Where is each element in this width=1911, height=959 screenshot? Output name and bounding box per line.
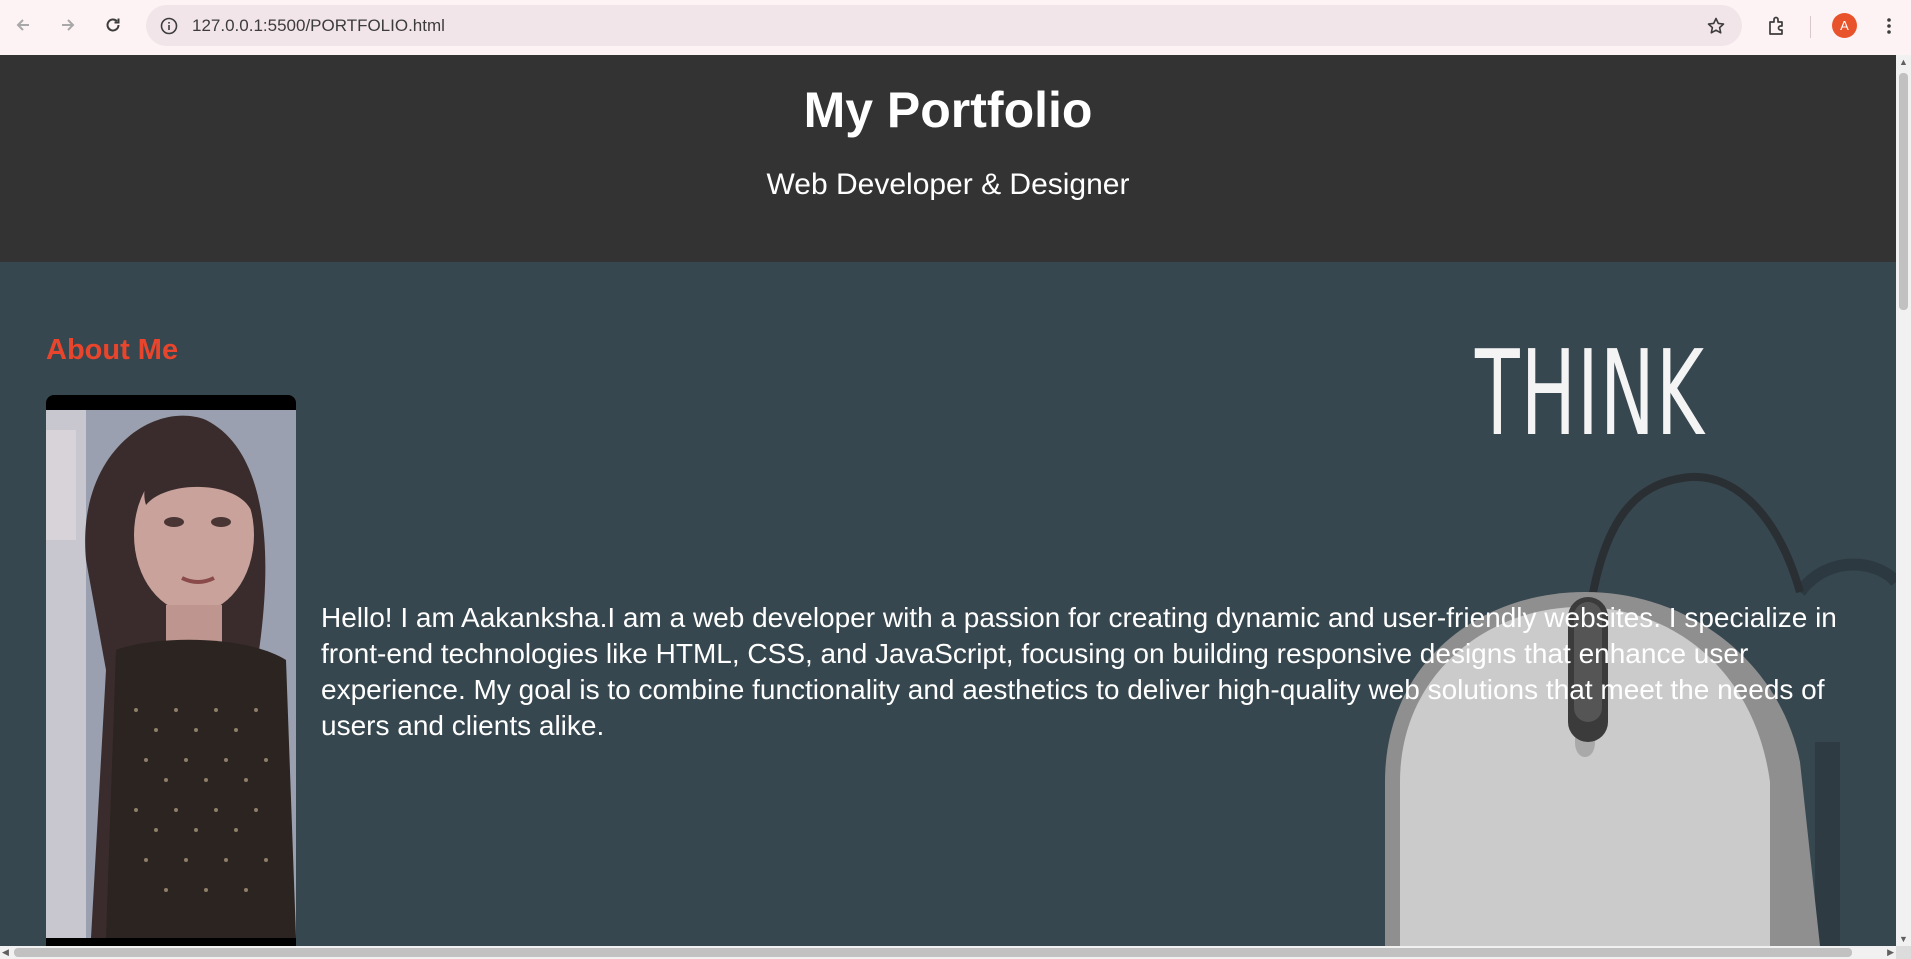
about-section: THINK About Me Hello! I am Aakanksha.I a…	[0, 262, 1896, 946]
bookmark-button[interactable]	[1703, 13, 1728, 38]
about-bio-text: Hello! I am Aakanksha.I am a web develop…	[321, 602, 1837, 741]
profile-avatar[interactable]: A	[1832, 13, 1857, 38]
vertical-scroll-thumb[interactable]	[1899, 73, 1908, 310]
think-art-text: THINK	[1475, 324, 1706, 462]
toolbar-divider	[1810, 16, 1811, 38]
scroll-left-arrow-icon[interactable]: ◀	[2, 947, 9, 958]
scrollbar-corner	[1896, 946, 1911, 959]
extensions-button[interactable]	[1760, 9, 1794, 43]
kebab-menu-icon	[1887, 18, 1891, 34]
horizontal-scroll-thumb[interactable]	[14, 948, 1852, 957]
portrait-image	[46, 410, 296, 938]
forward-button[interactable]	[51, 8, 85, 42]
address-bar[interactable]: 127.0.0.1:5500/PORTFOLIO.html	[146, 5, 1742, 46]
horizontal-scrollbar[interactable]: ◀ ▶	[0, 946, 1896, 959]
bookmark-star-icon	[1707, 17, 1724, 34]
page-subtitle: Web Developer & Designer	[766, 168, 1130, 201]
browser-toolbar: 127.0.0.1:5500/PORTFOLIO.html A	[0, 0, 1911, 55]
about-heading: About Me	[46, 334, 179, 366]
extensions-icon	[1769, 16, 1783, 35]
url-text[interactable]: 127.0.0.1:5500/PORTFOLIO.html	[192, 5, 445, 46]
site-info-button[interactable]	[156, 13, 181, 38]
browser-menu-button[interactable]	[1872, 9, 1906, 43]
scroll-up-arrow-icon[interactable]: ▲	[1899, 57, 1908, 67]
site-info-icon	[160, 17, 177, 34]
scroll-down-arrow-icon[interactable]: ▼	[1899, 934, 1908, 944]
profile-initial: A	[1840, 18, 1849, 33]
reload-icon	[106, 18, 120, 32]
back-arrow-icon	[16, 19, 29, 31]
page-viewport: My Portfolio Web Developer & Designer TH…	[0, 55, 1896, 946]
forward-arrow-icon	[62, 19, 75, 31]
profile-photo	[46, 395, 296, 946]
reload-button[interactable]	[96, 8, 130, 42]
page-title: My Portfolio	[803, 82, 1093, 138]
scroll-right-arrow-icon[interactable]: ▶	[1887, 947, 1894, 958]
vertical-scrollbar[interactable]: ▲ ▼	[1896, 55, 1911, 946]
page-header: My Portfolio Web Developer & Designer	[0, 55, 1896, 262]
back-button[interactable]	[6, 8, 40, 42]
